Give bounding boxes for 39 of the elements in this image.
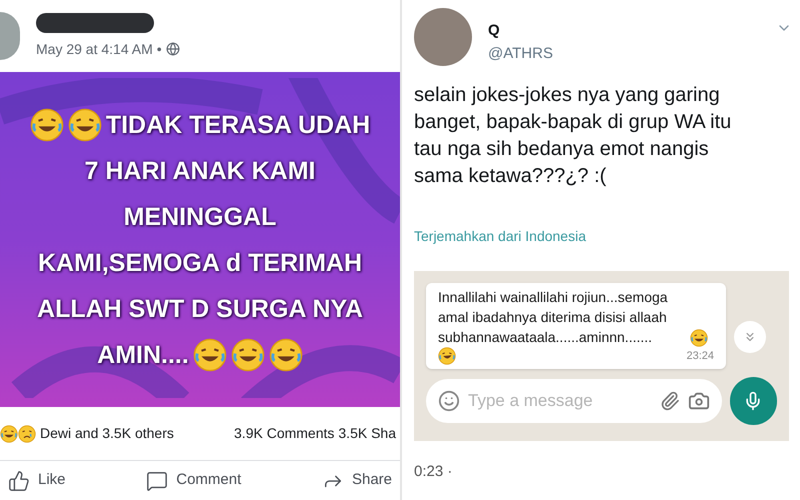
message-input-field[interactable]: Type a message	[426, 379, 722, 423]
avatar[interactable]	[0, 12, 20, 60]
image-caption-line: TIDAK TERASA UDAH	[106, 110, 370, 140]
laughing-face-icon	[268, 338, 303, 372]
smiley-icon[interactable]	[438, 390, 460, 412]
message-text: Innallilahi wainallilahi rojiun...semoga amal ibadahnya diterima disisi allaah subhannawaataala......aminnn.......	[438, 288, 669, 347]
message-input[interactable]: Type a message	[468, 388, 652, 414]
image-caption-line: KAMI,SEMOGA d TERIMAH	[38, 248, 362, 278]
reactions-count[interactable]: Dewi and 3.5K others	[40, 423, 174, 444]
image-caption-line: ALLAH SWT D SURGA NYA	[37, 294, 363, 324]
tweet-text: selain jokes-jokes nya yang garing banget, bapak-bapak di grup WA itu tau nga sih bedanya emot nangis sama ketawa???¿? :(	[414, 83, 732, 189]
comments-count[interactable]: 3.9K Comments	[234, 423, 334, 444]
user-handle: @ATHRS	[488, 44, 554, 64]
share-button[interactable]: Share	[318, 469, 396, 492]
laughing-face-icon	[192, 338, 227, 372]
speech-bubble-icon	[146, 470, 168, 492]
paperclip-icon[interactable]	[660, 391, 680, 411]
image-caption-line: AMIN....	[97, 340, 189, 370]
image-caption-line: MENINGGAL	[124, 202, 276, 232]
laughing-face-icon	[438, 347, 456, 365]
sad-face-icon	[18, 424, 36, 442]
video-time: 0:23 ·	[414, 462, 454, 482]
shares-count[interactable]: 3.5K Sha	[338, 423, 396, 444]
laughing-face-icon	[68, 108, 102, 142]
comment-button[interactable]: Comment	[142, 469, 246, 492]
laughing-face-icon	[690, 329, 708, 347]
post-timestamp[interactable]: May 29 at 4:14 AM	[36, 38, 153, 60]
laughing-face-icon	[230, 338, 265, 372]
globe-icon	[166, 42, 180, 56]
laughing-face-icon	[0, 424, 18, 442]
camera-icon[interactable]	[688, 390, 710, 412]
laughing-face-icon	[30, 108, 64, 142]
microphone-button[interactable]	[730, 377, 777, 425]
like-button[interactable]: Like	[4, 469, 70, 492]
image-caption-line: 7 HARI ANAK KAMI	[84, 156, 316, 186]
message-time: 23:24	[686, 348, 714, 364]
display-name[interactable]: Q	[488, 20, 760, 42]
separator-dot: •	[156, 40, 162, 58]
thumbs-up-icon	[8, 470, 30, 492]
